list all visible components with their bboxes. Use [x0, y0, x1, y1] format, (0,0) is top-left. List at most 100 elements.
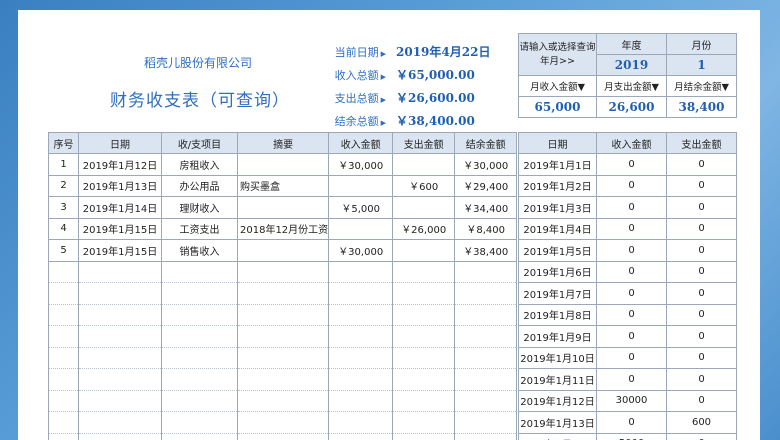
table-cell[interactable]: 5000: [596, 432, 667, 440]
table-cell[interactable]: 2019年1月14日: [518, 432, 597, 440]
table-cell[interactable]: 0: [666, 282, 737, 305]
table-cell[interactable]: [328, 325, 394, 348]
table-cell[interactable]: [161, 411, 238, 434]
table-cell[interactable]: [161, 389, 238, 412]
table-cell[interactable]: 2018年12月份工资: [236, 217, 330, 240]
table-cell[interactable]: 销售收入: [161, 239, 238, 262]
table-cell[interactable]: [392, 389, 456, 412]
table-cell[interactable]: 0: [596, 303, 667, 326]
table-cell[interactable]: [236, 368, 330, 391]
table-cell[interactable]: 2019年1月5日: [518, 239, 597, 262]
table-cell[interactable]: [48, 260, 79, 283]
table-cell[interactable]: 3: [48, 196, 79, 219]
table-cell[interactable]: [48, 389, 79, 412]
table-cell[interactable]: 0: [596, 325, 667, 348]
table-cell[interactable]: [392, 303, 456, 326]
table-cell[interactable]: 2019年1月9日: [518, 325, 597, 348]
table-cell[interactable]: [236, 346, 330, 369]
table-cell[interactable]: ￥600: [392, 174, 456, 197]
table-cell[interactable]: 2019年1月13日: [518, 411, 597, 434]
table-cell[interactable]: 工资支出: [161, 217, 238, 240]
table-cell[interactable]: ￥38,400: [454, 239, 518, 262]
table-cell[interactable]: 0: [666, 432, 737, 440]
table-cell[interactable]: [454, 325, 518, 348]
table-cell[interactable]: ￥30,000: [328, 239, 394, 262]
table-cell[interactable]: [236, 411, 330, 434]
table-cell[interactable]: [161, 346, 238, 369]
table-cell[interactable]: [78, 411, 162, 434]
table-cell[interactable]: 0: [666, 260, 737, 283]
table-cell[interactable]: 2019年1月6日: [518, 260, 597, 283]
table-cell[interactable]: 2019年1月1日: [518, 153, 597, 176]
table-cell[interactable]: 5: [48, 239, 79, 262]
table-cell[interactable]: 理财收入: [161, 196, 238, 219]
table-cell[interactable]: [328, 260, 394, 283]
table-cell[interactable]: 4: [48, 217, 79, 240]
table-cell[interactable]: 2019年1月2日: [518, 174, 597, 197]
header-cell[interactable]: 日期: [518, 132, 597, 154]
table-cell[interactable]: [48, 432, 79, 440]
table-cell[interactable]: [236, 389, 330, 412]
table-cell[interactable]: [328, 411, 394, 434]
table-cell[interactable]: 2019年1月15日: [78, 217, 162, 240]
table-cell[interactable]: [392, 239, 456, 262]
table-cell[interactable]: 2019年1月14日: [78, 196, 162, 219]
table-cell[interactable]: [328, 217, 394, 240]
table-cell[interactable]: [392, 325, 456, 348]
table-cell[interactable]: 0: [666, 389, 737, 412]
header-cell[interactable]: 收/支项目: [161, 132, 238, 154]
table-cell[interactable]: 0: [596, 217, 667, 240]
table-cell[interactable]: 0: [666, 346, 737, 369]
table-cell[interactable]: ￥5,000: [328, 196, 394, 219]
table-cell[interactable]: [48, 303, 79, 326]
table-cell[interactable]: [454, 368, 518, 391]
header-cell[interactable]: 收入金额: [328, 132, 394, 154]
header-cell[interactable]: 摘要: [236, 132, 330, 154]
table-cell[interactable]: [78, 389, 162, 412]
table-cell[interactable]: [328, 303, 394, 326]
table-cell[interactable]: [328, 282, 394, 305]
table-cell[interactable]: [454, 411, 518, 434]
table-cell[interactable]: [328, 174, 394, 197]
table-cell[interactable]: 2019年1月4日: [518, 217, 597, 240]
table-cell[interactable]: 0: [596, 282, 667, 305]
table-cell[interactable]: 0: [666, 174, 737, 197]
table-cell[interactable]: 0: [596, 239, 667, 262]
table-cell[interactable]: 2019年1月15日: [78, 239, 162, 262]
table-cell[interactable]: [392, 368, 456, 391]
table-cell[interactable]: [328, 389, 394, 412]
table-cell[interactable]: 30000: [596, 389, 667, 412]
table-cell[interactable]: 2019年1月8日: [518, 303, 597, 326]
table-cell[interactable]: [454, 346, 518, 369]
table-cell[interactable]: [328, 368, 394, 391]
header-cell[interactable]: 支出金额: [666, 132, 737, 154]
table-cell[interactable]: 办公用品: [161, 174, 238, 197]
table-cell[interactable]: [161, 325, 238, 348]
table-cell[interactable]: [48, 411, 79, 434]
table-cell[interactable]: [236, 196, 330, 219]
table-cell[interactable]: [236, 153, 330, 176]
table-cell[interactable]: 0: [666, 239, 737, 262]
table-cell[interactable]: 0: [596, 260, 667, 283]
table-cell[interactable]: 0: [666, 303, 737, 326]
table-cell[interactable]: [392, 153, 456, 176]
header-cell[interactable]: 结余金额: [454, 132, 518, 154]
table-cell[interactable]: 0: [666, 368, 737, 391]
table-cell[interactable]: 0: [596, 368, 667, 391]
table-cell[interactable]: [454, 282, 518, 305]
table-cell[interactable]: 2019年1月12日: [78, 153, 162, 176]
table-cell[interactable]: ￥26,000: [392, 217, 456, 240]
table-cell[interactable]: 2019年1月7日: [518, 282, 597, 305]
table-cell[interactable]: 600: [666, 411, 737, 434]
table-cell[interactable]: [392, 282, 456, 305]
table-cell[interactable]: 2019年1月10日: [518, 346, 597, 369]
table-cell[interactable]: 0: [666, 217, 737, 240]
table-cell[interactable]: [161, 303, 238, 326]
table-cell[interactable]: [161, 282, 238, 305]
table-cell[interactable]: [78, 282, 162, 305]
table-cell[interactable]: 房租收入: [161, 153, 238, 176]
table-cell[interactable]: [328, 432, 394, 440]
table-cell[interactable]: [392, 346, 456, 369]
table-cell[interactable]: 2019年1月13日: [78, 174, 162, 197]
table-cell[interactable]: [236, 303, 330, 326]
